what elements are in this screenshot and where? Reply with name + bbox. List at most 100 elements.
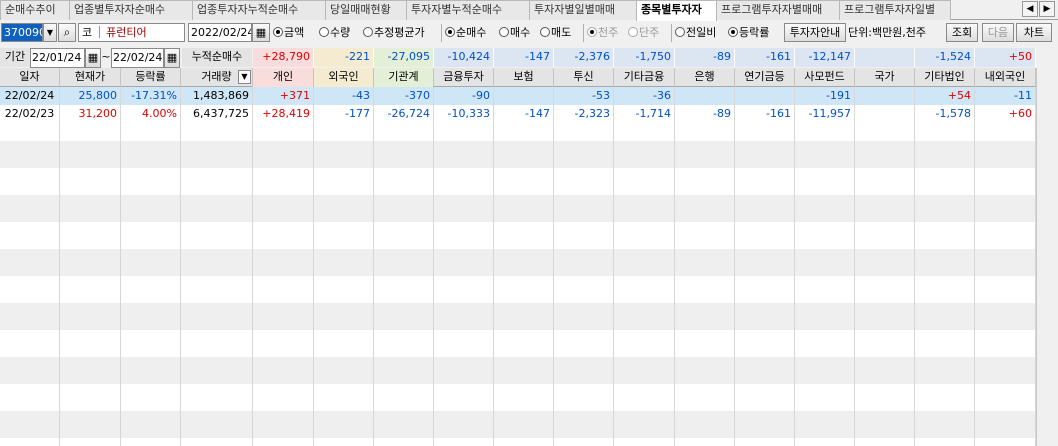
radio-sell[interactable]: 매도 bbox=[540, 25, 571, 41]
table-cell bbox=[855, 105, 915, 123]
table-cell: -90 bbox=[434, 87, 494, 105]
radio-prev-day[interactable]: 전일비 bbox=[675, 25, 716, 41]
radio-buy-label: 매수 bbox=[510, 26, 531, 39]
to-date-input[interactable]: 22/02/24 bbox=[111, 48, 164, 68]
to-calendar-icon[interactable]: ▦ bbox=[164, 48, 180, 68]
row-band bbox=[0, 195, 1036, 222]
table-cell: -1,714 bbox=[614, 105, 675, 123]
cumulative-net-buy-label: 누적순매수 bbox=[182, 48, 252, 67]
search-icon[interactable]: ⌕ bbox=[58, 23, 76, 42]
cumulative-value bbox=[855, 48, 915, 67]
radio-change-rate[interactable]: 등락률 bbox=[728, 25, 769, 41]
grid-line bbox=[674, 87, 675, 446]
tab-next-icon[interactable]: ▶ bbox=[1039, 1, 1055, 17]
column-header-label: 사모펀드 bbox=[804, 70, 845, 83]
tab-6[interactable]: 투자자별일별매매 bbox=[529, 0, 637, 20]
cumulative-summary-row: 기간 22/01/24 ▦ ~ 22/02/24 ▦ 누적순매수 +28,790… bbox=[0, 48, 1058, 68]
table-row[interactable]: 22/02/24 25,800 -17.31% 1,483,869 +371 -43 -37… bbox=[0, 87, 1036, 105]
radio-buy[interactable]: 매수 bbox=[499, 25, 530, 41]
column-header-label: 거래량 bbox=[201, 70, 232, 83]
column-header[interactable]: 내외국인 bbox=[975, 68, 1036, 87]
table-cell bbox=[735, 87, 795, 105]
stock-code-input[interactable]: 370090 bbox=[1, 23, 43, 42]
investor-guide-button[interactable]: 투자자안내 bbox=[784, 23, 846, 42]
table-cell: -1,578 bbox=[915, 105, 975, 123]
radio-amount[interactable]: 금액 bbox=[273, 25, 304, 41]
period-label: 기간 bbox=[0, 48, 30, 67]
divider bbox=[98, 26, 100, 38]
volume-dropdown-icon[interactable]: ▼ bbox=[238, 70, 251, 84]
column-header[interactable]: 국가 bbox=[855, 68, 915, 87]
tab-9[interactable]: 프로그램투자자일별 bbox=[839, 0, 951, 20]
tab-3[interactable]: 업종투자자누적순매수 bbox=[192, 0, 326, 20]
column-header[interactable]: 등락률 bbox=[121, 68, 181, 87]
column-header[interactable]: 개인 bbox=[253, 68, 314, 87]
next-button[interactable]: 다음 bbox=[982, 23, 1014, 42]
column-header[interactable]: 기타법인 bbox=[915, 68, 975, 87]
grid-line bbox=[734, 87, 735, 446]
table-cell: -191 bbox=[795, 87, 855, 105]
table-cell: 22/02/23 bbox=[0, 105, 60, 123]
table-cell: -26,724 bbox=[374, 105, 434, 123]
column-header[interactable]: 투신 bbox=[554, 68, 614, 87]
table-cell: -53 bbox=[554, 87, 614, 105]
column-header[interactable]: 일자 bbox=[0, 68, 60, 87]
column-header[interactable]: 사모펀드 bbox=[795, 68, 855, 87]
grid-line bbox=[120, 87, 121, 446]
cumulative-value: +28,790 bbox=[253, 48, 314, 67]
table-cell bbox=[494, 87, 554, 105]
radio-estimated-avg-label: 추정평균가 bbox=[374, 26, 425, 39]
column-header[interactable]: 외국인 bbox=[314, 68, 374, 87]
tab-prev-icon[interactable]: ◀ bbox=[1022, 1, 1038, 17]
chart-button[interactable]: 차트 bbox=[1016, 23, 1052, 42]
table-cell: 31,200 bbox=[60, 105, 121, 123]
column-header[interactable]: 금융투자 bbox=[434, 68, 494, 87]
grid-line bbox=[914, 87, 915, 446]
cumulative-value: -147 bbox=[494, 48, 554, 67]
unit-label: 단위:백만원,천주 bbox=[848, 26, 927, 39]
separator bbox=[583, 24, 584, 42]
radio-net-buy[interactable]: 순매수 bbox=[445, 25, 486, 41]
column-header-label: 은행 bbox=[694, 70, 715, 83]
radio-change-rate-label: 등락률 bbox=[739, 26, 770, 39]
tab-7[interactable]: 종목별투자자 bbox=[636, 0, 717, 21]
radio-estimated-avg[interactable]: 추정평균가 bbox=[363, 25, 425, 41]
radio-thousand-shares[interactable]: 천주 bbox=[587, 25, 618, 41]
table-row[interactable]: 22/02/23 31,200 4.00% 6,437,725 +28,419 -177-… bbox=[0, 105, 1036, 123]
column-header[interactable]: 은행 bbox=[675, 68, 735, 87]
tab-2[interactable]: 업종별투자자순매수 bbox=[69, 0, 193, 20]
radio-quantity[interactable]: 수량 bbox=[319, 25, 350, 41]
table-cell: 4.00% bbox=[121, 105, 181, 123]
column-header[interactable]: 현재가 bbox=[60, 68, 121, 87]
stock-name-field[interactable]: 코 퓨런티어 bbox=[78, 23, 185, 42]
table-cell bbox=[675, 87, 735, 105]
table-cell: -2,323 bbox=[554, 105, 614, 123]
row-band bbox=[0, 141, 1036, 168]
radio-dot bbox=[540, 27, 550, 37]
column-header[interactable]: 기타금융 bbox=[614, 68, 675, 87]
column-header[interactable]: 보험 bbox=[494, 68, 554, 87]
radio-dot bbox=[273, 27, 283, 37]
cumulative-value: -1,524 bbox=[915, 48, 975, 67]
separator bbox=[441, 24, 442, 42]
table-cell: -370 bbox=[374, 87, 434, 105]
column-header[interactable]: 기관계 bbox=[374, 68, 434, 87]
from-date-input[interactable]: 22/01/24 bbox=[30, 48, 85, 68]
code-dropdown-icon[interactable]: ▼ bbox=[43, 23, 57, 42]
tab-5[interactable]: 투자자별누적순매수 bbox=[406, 0, 530, 20]
radio-single-shares[interactable]: 단주 bbox=[628, 25, 659, 41]
table-cell: 1,483,869 bbox=[181, 87, 253, 105]
table-cell: 22/02/24 bbox=[0, 87, 60, 105]
tab-1[interactable]: 순매수추이 bbox=[0, 0, 70, 20]
table-cell: 6,437,725 bbox=[181, 105, 253, 123]
tab-8[interactable]: 프로그램투자자별매매 bbox=[716, 0, 840, 20]
tab-4[interactable]: 당일매매현황 bbox=[325, 0, 407, 20]
column-header[interactable]: 거래량 ▼ bbox=[181, 68, 253, 87]
calendar-icon[interactable]: ▦ bbox=[252, 23, 270, 42]
from-calendar-icon[interactable]: ▦ bbox=[85, 48, 101, 68]
vertical-scrollbar[interactable] bbox=[1036, 68, 1054, 446]
radio-dot bbox=[363, 27, 373, 37]
query-button[interactable]: 조회 bbox=[946, 23, 978, 42]
column-header[interactable]: 연기금등 bbox=[735, 68, 795, 87]
date-input[interactable]: 2022/02/24 bbox=[188, 23, 252, 42]
